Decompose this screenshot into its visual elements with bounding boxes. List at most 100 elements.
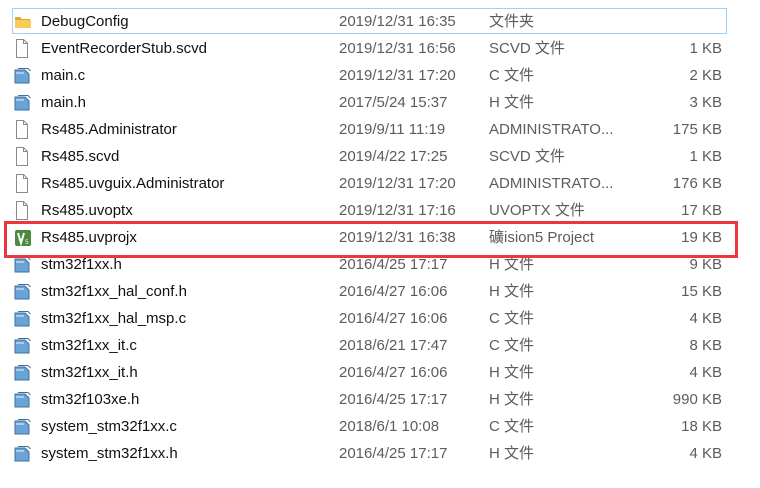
file-name: system_stm32f1xx.c — [41, 418, 177, 435]
file-row[interactable]: Rs485.Administrator 2019/9/11 11:19 ADMINI… — [0, 116, 760, 143]
file-size: 17 KB — [681, 202, 722, 219]
document-icon — [14, 116, 34, 143]
file-size: 4 KB — [689, 445, 722, 462]
file-row[interactable]: EventRecorderStub.scvd 2019/12/31 16:56 SC… — [0, 35, 760, 62]
source-file-icon — [14, 332, 34, 359]
file-type: SCVD 文件 — [489, 148, 565, 165]
file-size: 9 KB — [689, 256, 722, 273]
file-date-modified: 2019/12/31 16:38 — [339, 229, 456, 246]
file-type: 文件夹 — [489, 13, 535, 30]
file-row[interactable]: main.h 2017/5/24 15:37 H 文件 3 KB — [0, 89, 760, 116]
file-name: Rs485.uvguix.Administrator — [41, 175, 225, 192]
file-date-modified: 2019/12/31 16:35 — [339, 13, 456, 30]
file-name: stm32f1xx.h — [41, 256, 122, 273]
file-name: main.c — [41, 67, 86, 84]
file-size: 990 KB — [672, 391, 722, 408]
document-icon — [14, 170, 34, 197]
file-date-modified: 2016/4/27 16:06 — [339, 283, 448, 300]
file-name: EventRecorderStub.scvd — [41, 40, 207, 57]
source-file-icon — [14, 62, 34, 89]
file-date-modified: 2019/9/11 11:19 — [339, 121, 446, 138]
file-name: stm32f1xx_it.c — [41, 337, 137, 354]
file-type: H 文件 — [489, 256, 535, 273]
file-date-modified: 2019/12/31 17:20 — [339, 67, 456, 84]
file-date-modified: 2019/12/31 17:20 — [339, 175, 456, 192]
file-row[interactable]: stm32f1xx.h 2016/4/25 17:17 H 文件 9 KB — [0, 251, 760, 278]
source-file-icon — [14, 413, 34, 440]
file-date-modified: 2016/4/25 17:17 — [339, 256, 448, 273]
file-size: 1 KB — [689, 40, 722, 57]
file-name: Rs485.scvd — [41, 148, 120, 165]
source-file-icon — [14, 251, 34, 278]
file-name: system_stm32f1xx.h — [41, 445, 178, 462]
file-date-modified: 2016/4/27 16:06 — [339, 310, 448, 327]
uvision-project-icon: 5 — [14, 224, 34, 251]
file-size: 8 KB — [689, 337, 722, 354]
file-date-modified: 2019/4/22 17:25 — [339, 148, 448, 165]
file-type: C 文件 — [489, 310, 535, 327]
file-name: stm32f1xx_hal_msp.c — [41, 310, 187, 327]
file-row[interactable]: system_stm32f1xx.h 2016/4/25 17:17 H 文件 4 K… — [0, 440, 760, 467]
file-type: ADMINISTRATO... — [489, 175, 614, 192]
file-type: H 文件 — [489, 283, 535, 300]
file-name: stm32f1xx_it.h — [41, 364, 138, 381]
file-name: Rs485.uvoptx — [41, 202, 133, 219]
file-name: Rs485.uvprojx — [41, 229, 137, 246]
file-size: 18 KB — [681, 418, 722, 435]
file-date-modified: 2017/5/24 15:37 — [339, 94, 448, 111]
file-type: H 文件 — [489, 364, 535, 381]
file-row[interactable]: Rs485.uvoptx 2019/12/31 17:16 UVOPTX 文件 17 … — [0, 197, 760, 224]
file-row[interactable]: Rs485.scvd 2019/4/22 17:25 SCVD 文件 1 KB — [0, 143, 760, 170]
file-size: 3 KB — [689, 94, 722, 111]
file-type: C 文件 — [489, 67, 535, 84]
file-row[interactable]: system_stm32f1xx.c 2018/6/1 10:08 C 文件 18 K… — [0, 413, 760, 440]
document-icon — [14, 35, 34, 62]
source-file-icon — [14, 440, 34, 467]
file-date-modified: 2016/4/25 17:17 — [339, 445, 448, 462]
file-name: main.h — [41, 94, 87, 111]
file-size: 176 KB — [672, 175, 722, 192]
file-size: 15 KB — [681, 283, 722, 300]
file-date-modified: 2019/12/31 17:16 — [339, 202, 456, 219]
file-row[interactable]: stm32f103xe.h 2016/4/25 17:17 H 文件 990 KB — [0, 386, 760, 413]
file-size: 4 KB — [689, 364, 722, 381]
file-name: stm32f1xx_hal_conf.h — [41, 283, 187, 300]
file-row[interactable]: stm32f1xx_it.h 2016/4/27 16:06 H 文件 4 KB — [0, 359, 760, 386]
svg-text:5: 5 — [25, 239, 29, 246]
file-row[interactable]: Rs485.uvguix.Administrator 2019/12/31 17:… — [0, 170, 760, 197]
file-type: C 文件 — [489, 418, 535, 435]
file-type: ADMINISTRATO... — [489, 121, 614, 138]
file-row[interactable]: DebugConfig 2019/12/31 16:35 文件夹 — [0, 8, 760, 35]
file-name: Rs485.Administrator — [41, 121, 177, 138]
file-type: C 文件 — [489, 337, 535, 354]
document-icon — [14, 197, 34, 224]
file-size: 19 KB — [681, 229, 722, 246]
file-size: 2 KB — [689, 67, 722, 84]
file-row[interactable]: stm32f1xx_it.c 2018/6/21 17:47 C 文件 8 KB — [0, 332, 760, 359]
source-file-icon — [14, 278, 34, 305]
file-date-modified: 2018/6/1 10:08 — [339, 418, 440, 435]
file-list: DebugConfig 2019/12/31 16:35 文件夹 EventRecor… — [0, 8, 760, 467]
file-name: stm32f103xe.h — [41, 391, 140, 408]
file-name: DebugConfig — [41, 13, 129, 30]
file-type: H 文件 — [489, 391, 535, 408]
file-date-modified: 2016/4/27 16:06 — [339, 364, 448, 381]
file-type: SCVD 文件 — [489, 40, 565, 57]
file-type: H 文件 — [489, 94, 535, 111]
file-date-modified: 2019/12/31 16:56 — [339, 40, 456, 57]
file-type: H 文件 — [489, 445, 535, 462]
file-row[interactable]: 5 Rs485.uvprojx 2019/12/31 16:38 礦ision5 Pr… — [0, 224, 760, 251]
file-date-modified: 2016/4/25 17:17 — [339, 391, 448, 408]
source-file-icon — [14, 386, 34, 413]
folder-icon — [14, 8, 34, 35]
file-type: UVOPTX 文件 — [489, 202, 585, 219]
source-file-icon — [14, 359, 34, 386]
file-date-modified: 2018/6/21 17:47 — [339, 337, 448, 354]
document-icon — [14, 143, 34, 170]
source-file-icon — [14, 89, 34, 116]
file-row[interactable]: main.c 2019/12/31 17:20 C 文件 2 KB — [0, 62, 760, 89]
file-row[interactable]: stm32f1xx_hal_msp.c 2016/4/27 16:06 C 文件 4 … — [0, 305, 760, 332]
file-size: 175 KB — [672, 121, 722, 138]
file-row[interactable]: stm32f1xx_hal_conf.h 2016/4/27 16:06 H 文件 1… — [0, 278, 760, 305]
source-file-icon — [14, 305, 34, 332]
